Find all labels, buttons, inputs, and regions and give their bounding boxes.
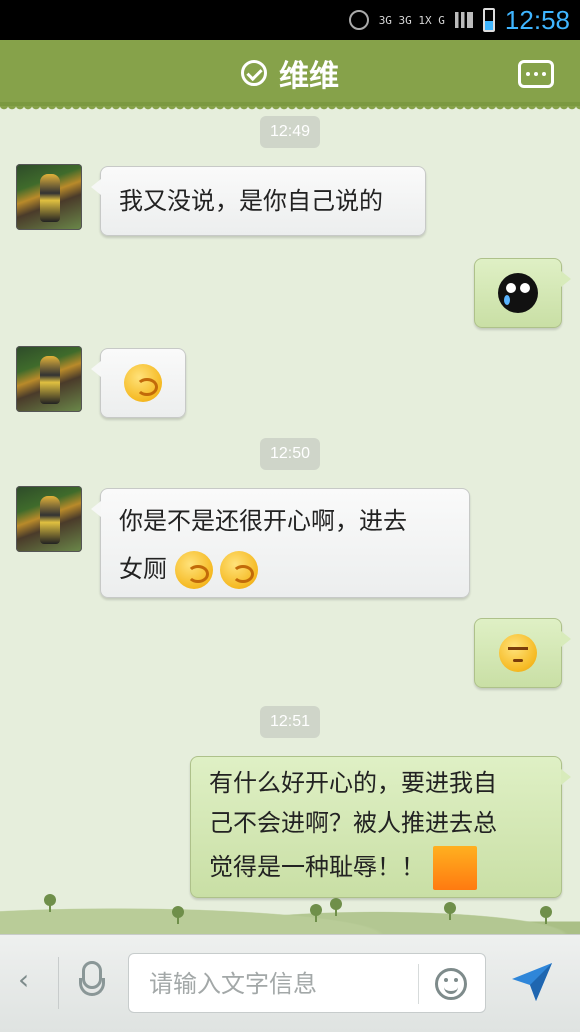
chat-header: 维维 (0, 40, 580, 112)
divider (58, 957, 59, 1009)
network-indicator: 3G 3G 1X G (378, 13, 445, 27)
tree-icon (330, 898, 342, 916)
chat-area[interactable]: 12:49 我又没说，是你自己说的 12:50 你是不是还很开心啊，进去 女厕 … (0, 112, 580, 934)
timestamp: 12:49 (260, 116, 320, 148)
message-composer: ‹ (0, 934, 580, 1032)
message-text-line: 有什么好开心的，要进我自 (209, 769, 497, 797)
more-icon-dot (534, 72, 538, 76)
alarm-icon (348, 10, 369, 30)
more-options-button[interactable] (518, 60, 554, 88)
avatar-figure (40, 174, 60, 222)
timestamp: 12:51 (260, 706, 320, 738)
message-input-container (128, 953, 486, 1013)
message-bubble-in[interactable]: 你是不是还很开心啊，进去 女厕 (91, 488, 470, 598)
smile-icon[interactable] (435, 968, 467, 1000)
message-text-line-with-emoji: 女厕 (119, 545, 451, 593)
header-title-row: 维维 (0, 40, 580, 106)
battery-icon (482, 8, 495, 32)
image-sticker (432, 846, 477, 890)
more-icon-dot (526, 72, 530, 76)
message-text: 我又没说，是你自己说的 (119, 187, 383, 215)
scenery-decoration (0, 888, 580, 936)
message-bubble-in[interactable]: 我又没说，是你自己说的 (91, 166, 426, 236)
chat-title: 维维 (279, 59, 339, 94)
message-bubble-in[interactable] (91, 348, 186, 418)
check-circle-icon (241, 60, 267, 86)
message-text: 女厕 (119, 555, 167, 583)
timestamp: 12:50 (260, 438, 320, 470)
avatar[interactable] (16, 486, 82, 552)
mic-icon[interactable] (79, 961, 105, 996)
cry-emoji-icon (498, 273, 538, 313)
tree-icon (444, 902, 456, 920)
avatar[interactable] (16, 346, 82, 412)
hug-emoji-icon (174, 551, 213, 589)
message-text-line: 己不会进啊？被人推进去总 (209, 809, 497, 837)
message-bubble-out[interactable] (474, 618, 571, 688)
avatar-figure (40, 356, 60, 404)
signal-icon (454, 12, 473, 28)
status-right: 3G 3G 1X G 12:58 (348, 4, 570, 36)
avatar[interactable] (16, 164, 82, 230)
back-arrow-icon[interactable]: ‹ (18, 963, 29, 996)
tree-icon (172, 906, 184, 924)
hug-emoji-icon (220, 551, 259, 589)
hug-emoji-icon (124, 364, 162, 402)
status-time: 12:58 (504, 4, 570, 35)
status-bar: 3G 3G 1X G 12:58 (0, 0, 580, 40)
message-bubble-out[interactable] (474, 258, 571, 328)
divider (418, 964, 419, 1004)
tree-icon (540, 906, 552, 924)
squint-emoji-icon (499, 634, 537, 672)
message-text-line: 你是不是还很开心啊，进去 (119, 507, 407, 535)
more-icon-dot (542, 72, 546, 76)
message-text: 觉得是一种耻辱！！ (209, 853, 425, 881)
message-text-line-with-image: 觉得是一种耻辱！！ (209, 843, 543, 891)
message-input[interactable] (147, 966, 411, 1002)
tree-icon (310, 904, 322, 922)
message-bubble-out[interactable]: 有什么好开心的，要进我自 己不会进啊？被人推进去总 觉得是一种耻辱！！ (190, 756, 571, 898)
tree-icon (44, 894, 56, 912)
avatar-figure (40, 496, 60, 544)
send-icon[interactable] (510, 959, 554, 1003)
